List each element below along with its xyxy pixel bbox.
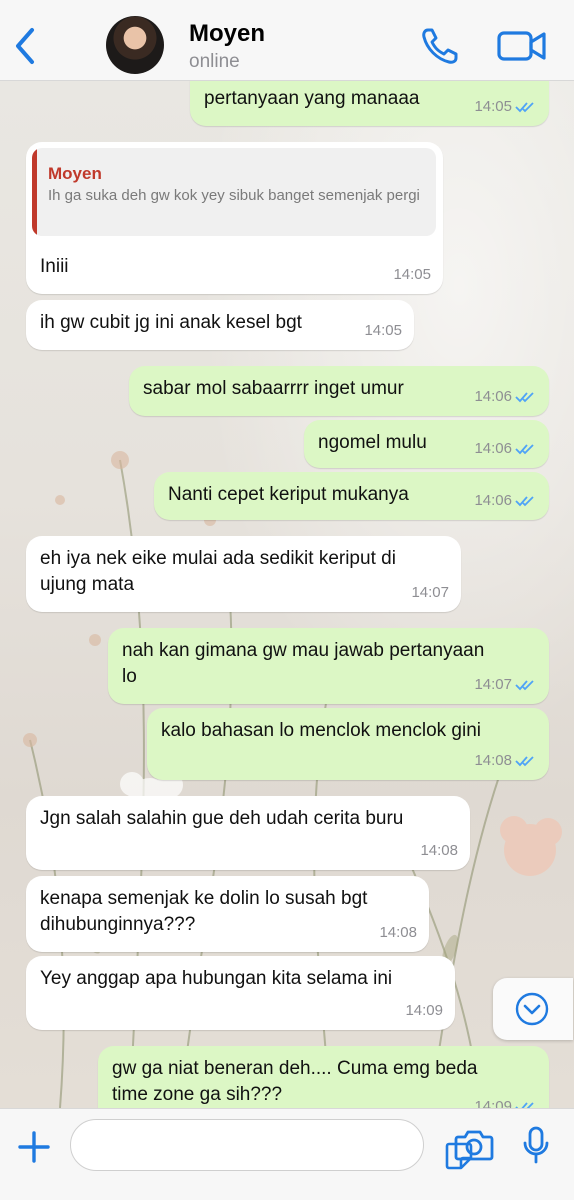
message-time: 14:06 xyxy=(474,388,512,405)
message-meta: 14:05 xyxy=(364,318,402,344)
phone-icon[interactable] xyxy=(418,24,462,68)
read-ticks-icon xyxy=(515,756,534,767)
message-text: Jgn salah salahin gue deh udah cerita bu… xyxy=(40,808,404,829)
message-time: 14:07 xyxy=(474,676,512,693)
message-text: Yey anggap apa hubungan kita selama ini xyxy=(40,968,393,989)
message-bubble-incoming[interactable]: ih gw cubit jg ini anak kesel bgt 14:05 xyxy=(26,300,414,350)
message-bubble-outgoing[interactable]: pertanyaan yang manaaa 14:05 xyxy=(190,80,549,126)
read-ticks-icon xyxy=(515,392,534,403)
message-text: Iniii xyxy=(40,256,69,277)
chat-area[interactable]: pertanyaan yang manaaa 14:05 Moyen Ih ga… xyxy=(0,80,574,1108)
microphone-icon[interactable] xyxy=(520,1125,552,1165)
message-time: 14:08 xyxy=(379,924,417,941)
message-time: 14:05 xyxy=(474,98,512,115)
quoted-message[interactable]: Moyen Ih ga suka deh gw kok yey sibuk ba… xyxy=(32,148,436,236)
message-bubble-outgoing[interactable]: ngomel mulu 14:06 xyxy=(304,420,549,468)
chevron-left-icon[interactable] xyxy=(10,24,42,68)
message-bubble-outgoing[interactable]: Nanti cepet keriput mukanya 14:06 xyxy=(154,472,549,520)
message-meta: 14:06 xyxy=(474,488,537,514)
chat-header: Moyen online xyxy=(0,0,574,81)
avatar[interactable] xyxy=(106,16,164,74)
message-text: eh iya nek eike mulai ada sedikit keripu… xyxy=(40,548,396,595)
message-meta: 14:07 xyxy=(411,580,449,606)
message-time: 14:07 xyxy=(411,584,449,601)
contact-status: online xyxy=(189,51,240,72)
message-time: 14:09 xyxy=(474,1098,512,1108)
plus-icon[interactable] xyxy=(16,1129,52,1165)
message-meta: 14:08 xyxy=(420,838,458,864)
message-time: 14:08 xyxy=(420,842,458,859)
message-time: 14:08 xyxy=(474,752,512,769)
scroll-to-bottom-button[interactable] xyxy=(493,978,573,1040)
message-bubble-outgoing[interactable]: sabar mol sabaarrrr inget umur 14:06 xyxy=(129,366,549,416)
video-camera-icon[interactable] xyxy=(496,26,548,66)
message-bubble-incoming[interactable]: eh iya nek eike mulai ada sedikit keripu… xyxy=(26,536,461,612)
message-bubble-incoming[interactable]: Yey anggap apa hubungan kita selama ini … xyxy=(26,956,455,1030)
message-meta: 14:09 xyxy=(474,1094,537,1108)
quote-author: Moyen xyxy=(48,164,102,183)
message-time: 14:05 xyxy=(364,322,402,339)
quote-accent-bar xyxy=(32,148,37,236)
message-input[interactable] xyxy=(70,1119,473,1171)
message-meta: 14:08 xyxy=(379,920,417,946)
quote-text: Ih ga suka deh gw kok yey sibuk banget s… xyxy=(48,187,420,204)
message-meta: 14:06 xyxy=(474,436,537,462)
message-meta: 14:05 xyxy=(474,94,537,120)
message-meta: 14:06 xyxy=(474,384,537,410)
message-bubble-outgoing[interactable]: gw ga niat beneran deh.... Cuma emg beda… xyxy=(98,1046,549,1108)
message-meta: 14:07 xyxy=(474,672,537,698)
contact-name[interactable]: Moyen xyxy=(189,20,265,48)
message-bubble-outgoing[interactable]: kalo bahasan lo menclok menclok gini 14:… xyxy=(147,708,549,780)
message-meta: 14:05 xyxy=(393,262,431,288)
message-input-bar xyxy=(0,1108,574,1200)
message-meta: 14:08 xyxy=(474,748,537,774)
read-ticks-icon xyxy=(515,1102,534,1108)
message-text: gw ga niat beneran deh.... Cuma emg beda… xyxy=(112,1058,478,1105)
message-time: 14:09 xyxy=(405,1002,443,1019)
message-bubble-incoming[interactable]: Moyen Ih ga suka deh gw kok yey sibuk ba… xyxy=(26,142,443,294)
read-ticks-icon xyxy=(515,102,534,113)
message-text: ih gw cubit jg ini anak kesel bgt xyxy=(40,312,302,333)
message-time: 14:05 xyxy=(393,266,431,283)
message-text: kalo bahasan lo menclok menclok gini xyxy=(161,720,482,741)
read-ticks-icon xyxy=(515,496,534,507)
message-bubble-incoming[interactable]: kenapa semenjak ke dolin lo susah bgt di… xyxy=(26,876,429,952)
message-time: 14:06 xyxy=(474,440,512,457)
read-ticks-icon xyxy=(515,444,534,455)
read-ticks-icon xyxy=(515,680,534,691)
message-time: 14:06 xyxy=(474,492,512,509)
message-bubble-incoming[interactable]: Jgn salah salahin gue deh udah cerita bu… xyxy=(26,796,470,870)
chevron-down-circle-icon xyxy=(515,992,549,1026)
camera-icon[interactable] xyxy=(454,1127,494,1163)
message-text: kenapa semenjak ke dolin lo susah bgt di… xyxy=(40,888,368,935)
message-bubble-outgoing[interactable]: nah kan gimana gw mau jawab pertanyaan l… xyxy=(108,628,549,704)
message-meta: 14:09 xyxy=(405,998,443,1024)
